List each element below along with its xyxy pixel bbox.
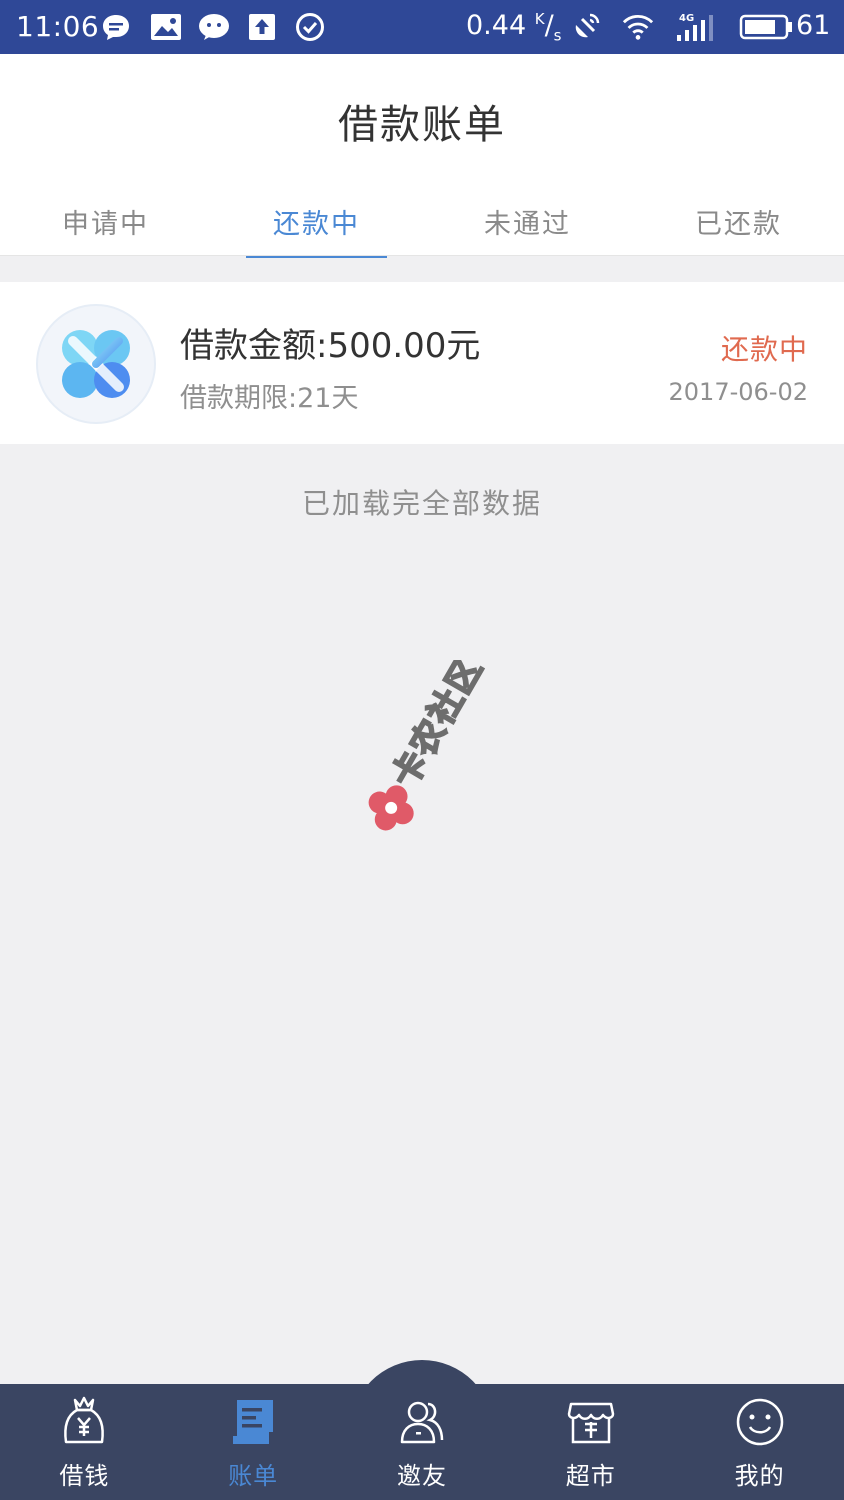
tab-repaying[interactable]: 还款中 (211, 184, 422, 258)
smiley-icon (736, 1398, 783, 1446)
nav-item-borrow[interactable]: 借钱 (0, 1384, 169, 1500)
status-time: 11:06 (16, 10, 100, 43)
header: 借款账单 申请中 还款中 未通过 已还款 (0, 54, 844, 258)
signal-icon: 4G (672, 11, 720, 43)
satellite-icon (570, 11, 602, 43)
divider (0, 255, 844, 256)
loan-date: 2017-06-02 (668, 378, 808, 406)
svg-text:卡农社区: 卡农社区 (385, 660, 492, 794)
list-end-message: 已加载完全部数据 (301, 487, 542, 520)
watermark-logo: 卡农社区 (362, 648, 502, 850)
invite-friends-icon (400, 1401, 444, 1444)
wifi-icon (622, 11, 654, 43)
nav-item-store[interactable]: 超市 (506, 1384, 675, 1500)
nav-label: 借钱 (59, 1462, 110, 1490)
bill-card[interactable]: 借款金额:500.00元 借款期限:21天 还款中 2017-06-02 (0, 282, 844, 444)
money-bag-icon (64, 1396, 105, 1444)
nav-label: 我的 (734, 1462, 785, 1490)
tab-rejected[interactable]: 未通过 (422, 184, 633, 256)
nav-item-invite[interactable]: 邀友 (338, 1384, 507, 1500)
battery-icon (738, 11, 794, 43)
tab-repaid[interactable]: 已还款 (633, 184, 844, 256)
nav-label: 超市 (565, 1462, 616, 1490)
tab-applying[interactable]: 申请中 (0, 184, 211, 256)
nav-label: 邀友 (396, 1462, 447, 1490)
store-icon (567, 1402, 615, 1444)
battery-level: 61 (796, 10, 831, 41)
bottom-nav: 借钱 账单 邀友 超市 我的 (0, 1384, 844, 1500)
nav-item-mine[interactable]: 我的 (675, 1384, 844, 1500)
loan-amount: 借款金额:500.00元 (180, 326, 481, 366)
bill-scroll-icon (233, 1400, 274, 1444)
nav-item-bill[interactable]: 账单 (169, 1384, 338, 1500)
lender-logo (36, 304, 156, 424)
page-title: 借款账单 (338, 102, 506, 148)
clover-logo-icon (62, 330, 130, 398)
wechat-icon (198, 11, 230, 43)
check-circle-icon (294, 11, 326, 43)
upload-icon (246, 11, 278, 43)
message-icon (100, 11, 132, 43)
tab-bar: 申请中 还款中 未通过 已还款 (0, 184, 844, 258)
status-bar: 11:06 0.44 K/s 4G 61 (0, 0, 844, 54)
nav-label: 账单 (228, 1462, 279, 1490)
status-badge: 还款中 (720, 333, 808, 366)
svg-text:4G: 4G (679, 13, 694, 24)
loan-period: 借款期限:21天 (180, 383, 359, 414)
image-icon (150, 11, 182, 43)
network-speed: 0.44 K/s (466, 10, 562, 45)
